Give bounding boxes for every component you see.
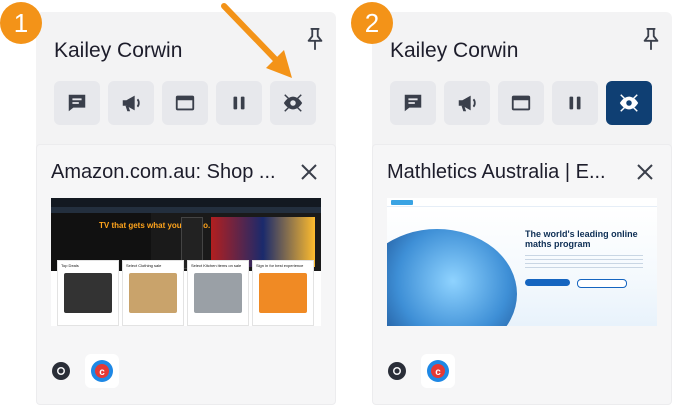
student-name: Kailey Corwin — [54, 39, 183, 62]
tab-thumbnail: The world's leading online maths program — [387, 198, 657, 326]
announcement-button[interactable] — [444, 81, 490, 125]
svg-text:c: c — [435, 367, 441, 378]
window-icon — [511, 95, 531, 111]
thumbnail-card-label: Select Clothing sale — [126, 263, 162, 268]
window-icon — [175, 95, 195, 111]
chrome-icon — [388, 362, 406, 380]
pause-button[interactable] — [552, 81, 598, 125]
close-icon[interactable] — [635, 162, 655, 182]
step-badge-1: 1 — [0, 2, 42, 44]
step-badge-2: 2 — [351, 2, 393, 44]
tab-title: Mathletics Australia | E... — [387, 161, 606, 183]
student-panel-2: Kailey Corwin Mathletics Australia | E..… — [372, 12, 672, 405]
open-tab-button[interactable] — [162, 81, 208, 125]
student-name: Kailey Corwin — [390, 39, 519, 62]
pause-icon — [233, 96, 245, 110]
tab-card[interactable]: Mathletics Australia | E... The world's … — [372, 144, 672, 405]
annotation-arrow-icon — [221, 3, 292, 78]
focus-button-active[interactable] — [606, 81, 652, 125]
close-icon[interactable] — [299, 162, 319, 182]
focus-icon — [619, 94, 639, 112]
svg-text:c: c — [99, 367, 105, 378]
thumbnail-card-label: Sign in for best experience — [256, 263, 304, 268]
pause-icon — [569, 96, 581, 110]
focus-icon — [283, 94, 303, 112]
tab-thumbnail: TV that gets what you're into. Top Deals… — [51, 198, 321, 326]
message-icon — [404, 94, 422, 112]
thumbnail-headline: The world's leading online maths program — [525, 229, 638, 249]
message-icon — [68, 94, 86, 112]
tab-title: Amazon.com.au: Shop ... — [51, 161, 276, 183]
thumbnail-card-label: Select Kitchen items on sale — [191, 263, 242, 268]
pin-icon[interactable] — [640, 26, 662, 52]
message-button[interactable] — [54, 81, 100, 125]
thumbnail-card-label: Top Deals — [61, 263, 79, 268]
tab-card[interactable]: Amazon.com.au: Shop ... TV that gets wha… — [36, 144, 336, 405]
message-button[interactable] — [390, 81, 436, 125]
open-tab-button[interactable] — [498, 81, 544, 125]
app-extension-icon: c — [421, 354, 455, 388]
megaphone-icon — [458, 95, 476, 112]
megaphone-icon — [122, 95, 140, 112]
announcement-button[interactable] — [108, 81, 154, 125]
app-extension-icon: c — [85, 354, 119, 388]
pin-icon[interactable] — [304, 26, 326, 52]
chrome-icon — [52, 362, 70, 380]
